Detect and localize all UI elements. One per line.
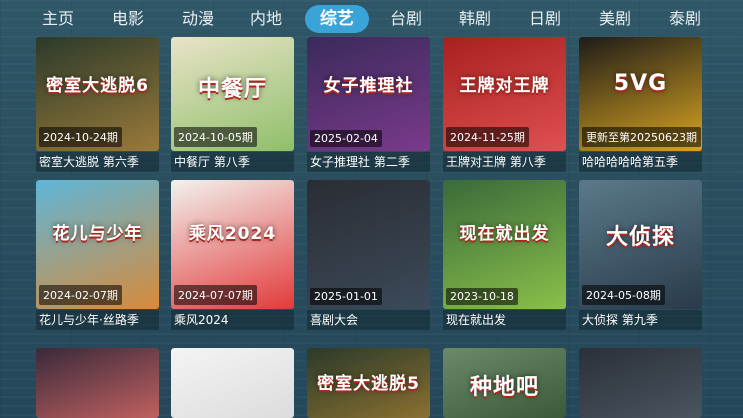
- show-card[interactable]: 乘风2024 2024-07-07期 乘风2024: [171, 180, 294, 331]
- poster-logo: 乘风2024: [188, 223, 277, 244]
- poster-logo: 大侦探: [605, 224, 675, 250]
- episode-badge: 更新至第20250623期: [582, 127, 701, 147]
- show-card[interactable]: 现在就出发 2023-10-18 现在就出发: [443, 180, 566, 331]
- show-card[interactable]: 5VG 更新至第20250623期 哈哈哈哈哈第五季: [579, 37, 702, 173]
- poster-logo: 中餐厅: [197, 77, 267, 103]
- poster-logo: 女子推理社: [323, 76, 414, 97]
- show-title: 大侦探 第九季: [579, 310, 702, 330]
- poster-logo: 王牌对王牌: [459, 76, 550, 97]
- show-poster: 密室大逃脱5: [307, 348, 430, 418]
- episode-badge: 2024-02-07期: [39, 285, 122, 305]
- show-title: 密室大逃脱 第六季: [36, 152, 159, 172]
- show-card[interactable]: 女子推理社 2025-02-04 女子推理社 第二季: [307, 37, 430, 173]
- show-title: 花儿与少年·丝路季: [36, 310, 159, 330]
- poster-artwork: [36, 348, 159, 418]
- episode-badge: 2024-11-25期: [446, 127, 529, 147]
- show-poster: [171, 348, 294, 418]
- show-title: 王牌对王牌 第八季: [443, 152, 566, 172]
- show-title: 现在就出发: [443, 310, 566, 330]
- show-poster: 花儿与少年 2024-02-07期: [36, 180, 159, 309]
- poster-logo: 现在就出发: [459, 223, 550, 244]
- show-title: 女子推理社 第二季: [307, 152, 430, 172]
- show-poster: 王牌对王牌 2024-11-25期: [443, 37, 566, 151]
- show-card[interactable]: 王牌对王牌 2024-11-25期王牌对王牌 第八季: [443, 37, 566, 173]
- show-card[interactable]: 种地吧: [443, 348, 566, 418]
- show-poster: 大侦探 2024-05-08期: [579, 180, 702, 309]
- poster-logo: 种地吧: [469, 375, 539, 400]
- show-title: 乘风2024: [171, 310, 294, 330]
- poster-artwork: [579, 348, 702, 418]
- episode-badge: 2024-10-05期: [174, 127, 257, 147]
- poster-artwork: [171, 348, 294, 418]
- show-poster: 种地吧: [443, 348, 566, 418]
- show-card[interactable]: 密室大逃脱5: [307, 348, 430, 418]
- show-title: 中餐厅 第八季: [171, 152, 294, 172]
- show-title: 哈哈哈哈哈第五季: [579, 152, 702, 172]
- show-poster: 女子推理社 2025-02-04: [307, 37, 430, 151]
- show-card[interactable]: 2025-01-01 喜剧大会: [307, 180, 430, 331]
- show-poster: 5VG 更新至第20250623期: [579, 37, 702, 151]
- episode-badge: 2023-10-18: [446, 288, 518, 305]
- show-card[interactable]: 花儿与少年 2024-02-07期花儿与少年·丝路季: [36, 180, 159, 331]
- show-poster: 乘风2024 2024-07-07期: [171, 180, 294, 309]
- poster-logo: 密室大逃脱6: [46, 76, 149, 97]
- show-card[interactable]: 密室大逃脱6 2024-10-24期密室大逃脱 第六季: [36, 37, 159, 173]
- poster-logo: 5VG: [613, 71, 668, 97]
- show-poster: [36, 348, 159, 418]
- poster-logo: 花儿与少年: [52, 223, 143, 244]
- episode-badge: 2024-05-08期: [582, 285, 665, 305]
- show-card[interactable]: 大侦探 2024-05-08期大侦探 第九季: [579, 180, 702, 331]
- show-poster: 密室大逃脱6 2024-10-24期: [36, 37, 159, 151]
- episode-badge: 2025-01-01: [310, 288, 382, 305]
- episode-badge: 2024-07-07期: [174, 285, 257, 305]
- show-poster: 2025-01-01: [307, 180, 430, 309]
- show-card[interactable]: 中餐厅 2024-10-05期中餐厅 第八季: [171, 37, 294, 173]
- show-card[interactable]: [171, 348, 294, 418]
- episode-badge: 2024-10-24期: [39, 127, 122, 147]
- show-grid: 密室大逃脱6 2024-10-24期密室大逃脱 第六季 中餐厅 2024-10-05期…: [0, 0, 743, 418]
- show-card[interactable]: [579, 348, 702, 418]
- show-poster: 中餐厅 2024-10-05期: [171, 37, 294, 151]
- show-card[interactable]: [36, 348, 159, 418]
- show-poster: [579, 348, 702, 418]
- episode-badge: 2025-02-04: [310, 130, 382, 147]
- poster-logo: 密室大逃脱5: [317, 374, 420, 394]
- show-poster: 现在就出发 2023-10-18: [443, 180, 566, 309]
- show-title: 喜剧大会: [307, 310, 430, 330]
